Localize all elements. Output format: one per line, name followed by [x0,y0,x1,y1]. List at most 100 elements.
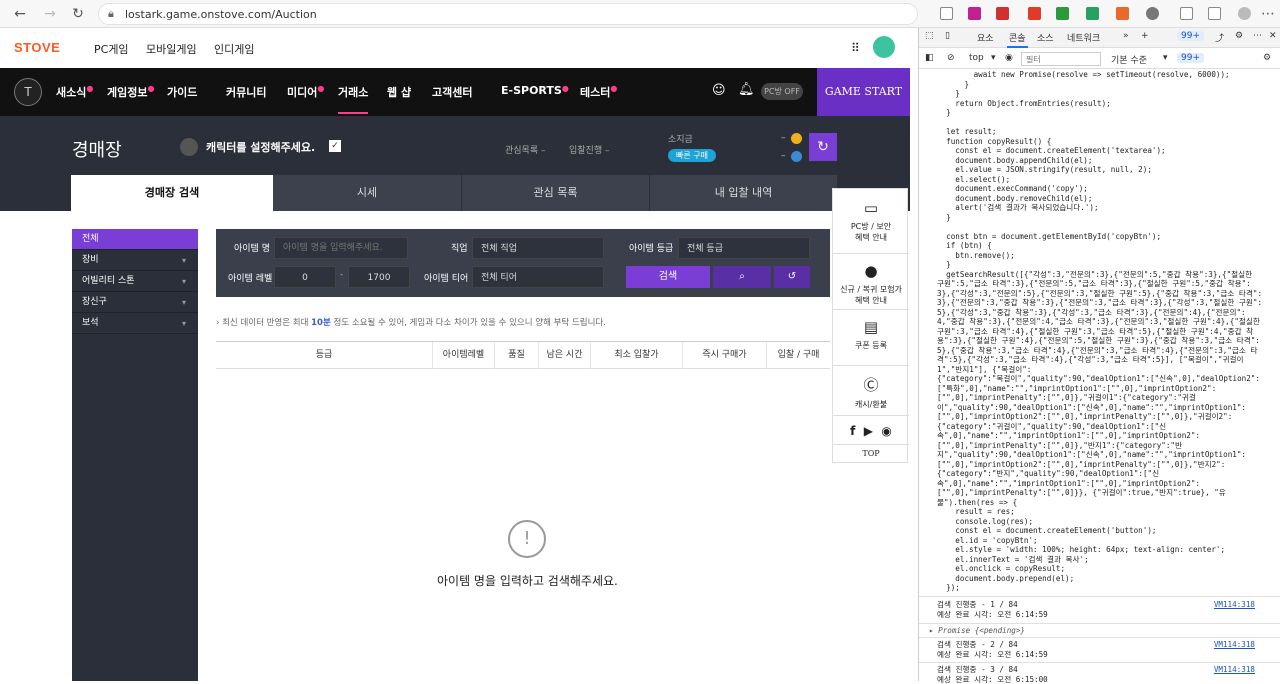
tab-sources[interactable]: 소스 [1037,31,1054,44]
gear-icon[interactable]: ⚙ [1235,31,1243,41]
apps-grid-icon[interactable]: ⠿ [851,41,860,55]
chevron-down-icon[interactable]: ✓ [329,140,341,152]
gear-icon[interactable]: ⚙ [1263,53,1271,63]
quick-pcroom[interactable]: ▭PC방 / 보안 혜택 안내 [833,199,909,243]
log-source-link[interactable]: VM114:318 [1214,600,1255,610]
extension-icon[interactable] [968,7,981,20]
gnb-item[interactable]: 거래소 [338,84,368,114]
gnb-item[interactable]: 커뮤니티 [226,84,266,100]
address-bar[interactable]: 🔒︎ lostark.game.onstove.com/Auction [98,3,918,25]
topnav-pc[interactable]: PC게임 [94,41,129,57]
forward-icon[interactable]: → [40,4,60,24]
col-grade[interactable]: 등급 [216,342,432,369]
split-icon[interactable] [1180,7,1193,20]
eye-icon[interactable]: ◉ [1005,53,1013,63]
topnav-indie[interactable]: 인디게임 [214,41,254,57]
tab-market-price[interactable]: 시세 [273,175,461,211]
gnb-item[interactable]: 웹 샵 [387,84,411,100]
col-remaining-time[interactable]: 남은 시간 [538,342,590,369]
tab-network[interactable]: 네트워크 [1067,31,1100,44]
game-start-button[interactable]: GAME START [817,68,910,116]
share-icon[interactable]: ⤴ [1215,31,1224,44]
tab-console[interactable]: 콘솔 [1007,31,1028,48]
refresh-icon[interactable]: ↻ [68,4,88,24]
col-buy-now[interactable]: 즉시 구매가 [682,342,766,369]
category-equipment[interactable]: 장비▾ [72,250,198,271]
extension-icon[interactable] [1028,7,1041,20]
grade-select[interactable]: 전체 등급 [678,237,810,259]
item-name-input[interactable] [274,237,408,259]
category-gem[interactable]: 보석▾ [72,313,198,334]
more-tabs-icon[interactable]: » [1123,31,1129,41]
extension-icon[interactable] [1086,7,1099,20]
quick-buy-badge[interactable]: 빠른 구매 [668,149,716,162]
console-log[interactable]: ▸ Promise {<pending>} [929,626,1255,636]
favorite-icon[interactable] [940,7,953,20]
chevron-down-icon[interactable]: ▾ [991,53,996,63]
more-icon[interactable]: ⋯ [1258,4,1278,24]
col-quality[interactable]: 품질 [494,342,538,369]
facebook-icon[interactable]: f [850,424,855,438]
reset-icon[interactable]: ↺ [774,266,810,288]
clear-icon[interactable]: ⊘ [947,53,955,63]
chat-icon[interactable]: ◉ [881,424,891,438]
watch-count[interactable]: 관심목록 – [505,143,545,156]
tab-watchlist[interactable]: 관심 목록 [461,175,649,211]
gnb-item[interactable]: 미디어● [287,84,324,100]
class-select[interactable]: 전체 직업 [472,237,604,259]
level-max-input[interactable]: 1700 [348,266,410,288]
tab-my-bids[interactable]: 내 입찰 내역 [649,175,837,211]
bid-count[interactable]: 입찰진행 – [569,143,609,156]
gnb-item[interactable]: 가이드 [167,84,197,100]
gnb-item[interactable]: 게임정보● [107,84,154,100]
back-icon[interactable]: ← [10,4,30,24]
col-min-bid[interactable]: 최소 입찰가 [590,342,682,369]
sidebar-icon[interactable]: ◧ [925,53,934,63]
topnav-mobile[interactable]: 모바일게임 [146,41,197,57]
col-item-level[interactable]: 아이템레벨 [432,342,494,369]
lostark-logo[interactable]: T [14,78,42,106]
category-accessory[interactable]: 장신구▾ [72,292,198,313]
extension-icon[interactable] [1056,7,1069,20]
stove-logo[interactable]: STOVE [14,40,60,55]
collections-icon[interactable] [1208,7,1221,20]
issues-count[interactable]: 99+ [1177,53,1204,63]
category-all[interactable]: 전체 [72,229,198,250]
issues-badge[interactable]: 99+ [1177,31,1204,41]
add-tab-icon[interactable]: + [1141,31,1149,41]
category-ability-stone[interactable]: 어빌리티 스톤▾ [72,271,198,292]
context-select[interactable]: top [969,53,984,63]
pc-room-badge[interactable]: PC방 OFF [761,83,803,100]
gnb-item[interactable]: 새소식● [56,84,93,100]
chevron-down-icon[interactable]: ▾ [1163,53,1168,63]
inspect-icon[interactable]: ⬚ [925,31,934,41]
tab-auction-search[interactable]: 경매장 검색 [71,175,273,211]
gnb-item[interactable]: 테스터● [580,84,617,100]
character-select[interactable]: 캐릭터를 설정해주세요. [206,139,315,155]
gnb-item[interactable]: 고객센터 [432,84,472,100]
refresh-button[interactable]: ↻ [809,133,837,161]
youtube-icon[interactable]: ▶ [864,424,873,438]
quick-cash[interactable]: Ⓒ캐시/환불 [833,365,909,410]
user-icon[interactable]: ☺ [712,83,726,98]
search-button[interactable]: 검색 [626,266,710,288]
log-source-link[interactable]: VM114:318 [1214,665,1255,675]
close-icon[interactable]: ✕ [1269,31,1277,41]
extension-icon[interactable] [1116,7,1129,20]
extension-icon[interactable] [996,7,1009,20]
tab-elements[interactable]: 요소 [977,31,994,44]
tier-select[interactable]: 전체 티어 [472,266,604,288]
level-min-input[interactable]: 0 [274,266,336,288]
profile-avatar[interactable] [1238,7,1251,20]
device-icon[interactable]: ▯ [945,31,950,41]
extensions-icon[interactable] [1146,7,1159,20]
top-button[interactable]: TOP [833,444,909,458]
detail-search-icon[interactable]: ⌕ [713,266,771,288]
quick-coupon[interactable]: ▤쿠폰 등록 [833,309,909,351]
more-icon[interactable]: ⋯ [1253,31,1262,41]
gnb-item[interactable]: E-SPORTS● [501,84,569,97]
avatar[interactable] [873,36,895,58]
console-filter-input[interactable] [1021,52,1101,66]
log-level-select[interactable]: 기본 수준 [1111,53,1147,66]
quick-new-user[interactable]: ●신규 / 복귀 모험가 혜택 안내 [833,253,909,306]
